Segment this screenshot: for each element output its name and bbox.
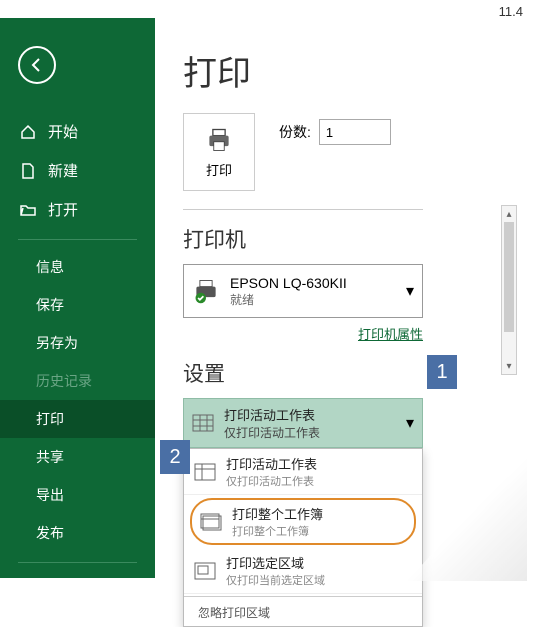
vertical-scrollbar[interactable]: ▴ ▾: [501, 205, 517, 375]
nav-label: 发布: [36, 523, 64, 543]
nav-label: 信息: [36, 257, 64, 277]
printer-status: 就绪: [230, 291, 347, 308]
nav-label: 打印: [36, 409, 64, 429]
printer-properties-link[interactable]: 打印机属性: [358, 327, 423, 342]
nav-label: 共享: [36, 447, 64, 467]
sheet-icon: [194, 463, 216, 481]
selected-line2: 仅打印活动工作表: [224, 424, 320, 441]
nav-label: 新建: [48, 160, 78, 181]
nav-label: 打开: [48, 199, 78, 220]
nav-home[interactable]: 开始: [0, 112, 155, 151]
print-button[interactable]: 打印: [183, 113, 255, 191]
printer-section-title: 打印机: [183, 224, 513, 254]
selection-icon: [194, 562, 216, 580]
page-title: 打印: [183, 46, 513, 95]
nav-history: 历史记录: [0, 362, 155, 400]
printer-icon: [205, 126, 233, 154]
print-what-dropdown: 打印活动工作表仅打印活动工作表 打印整个工作簿打印整个工作簿 打印选定区域仅打印…: [183, 448, 423, 627]
nav-label: 历史记录: [36, 371, 92, 391]
nav-share[interactable]: 共享: [0, 438, 155, 476]
print-button-label: 打印: [206, 160, 232, 179]
menu-item-active-sheets[interactable]: 打印活动工作表仅打印活动工作表: [184, 449, 422, 495]
printer-ready-icon: [192, 277, 220, 305]
nav-open[interactable]: 打开: [0, 190, 155, 229]
backstage-sidebar: 开始 新建 打开 信息 保存 另存为 历史记录 打印 共享 导出 发布: [0, 18, 155, 578]
menu-line1: 打印活动工作表: [226, 454, 317, 473]
file-icon: [20, 163, 38, 179]
menu-item-entire-workbook[interactable]: 打印整个工作簿打印整个工作簿: [190, 498, 416, 545]
print-panel: 打印 打印 份数: 打印机 EPSON LQ-630KII 就绪 ▾ 打印机属性…: [155, 18, 523, 581]
version-label: 11.4: [499, 4, 523, 19]
printer-selector[interactable]: EPSON LQ-630KII 就绪 ▾: [183, 264, 423, 318]
chevron-down-icon: ▾: [406, 413, 414, 433]
printer-name: EPSON LQ-630KII: [230, 275, 347, 291]
nav-label: 开始: [48, 121, 78, 142]
callout-2: 2: [160, 440, 190, 474]
menu-line2: 打印整个工作簿: [232, 523, 323, 539]
scroll-up-icon[interactable]: ▴: [502, 206, 516, 222]
folder-open-icon: [20, 202, 38, 218]
menu-item-selection[interactable]: 打印选定区域仅打印当前选定区域: [184, 548, 422, 594]
nav-label: 保存: [36, 295, 64, 315]
nav-publish[interactable]: 发布: [0, 514, 155, 552]
copies-input[interactable]: [319, 119, 391, 145]
back-button[interactable]: [18, 46, 56, 84]
callout-1: 1: [427, 355, 457, 389]
home-icon: [20, 124, 38, 140]
nav-label: 另存为: [36, 333, 78, 353]
menu-ignore-print-area[interactable]: 忽略打印区域: [184, 599, 422, 626]
nav-info[interactable]: 信息: [0, 248, 155, 286]
arrow-left-icon: [28, 56, 46, 74]
scroll-down-icon[interactable]: ▾: [502, 358, 516, 374]
nav-print[interactable]: 打印: [0, 400, 155, 438]
sheet-icon: [192, 414, 214, 432]
menu-line2: 仅打印活动工作表: [226, 473, 317, 489]
selected-line1: 打印活动工作表: [224, 405, 320, 424]
copies-label: 份数:: [279, 122, 311, 142]
nav-label: 导出: [36, 485, 64, 505]
settings-section-title: 设置: [183, 358, 513, 388]
menu-line1: 打印整个工作簿: [232, 504, 323, 523]
menu-line2: 仅打印当前选定区域: [226, 572, 325, 588]
nav-saveas[interactable]: 另存为: [0, 324, 155, 362]
scroll-thumb[interactable]: [504, 222, 514, 332]
nav-save[interactable]: 保存: [0, 286, 155, 324]
chevron-down-icon: ▾: [406, 281, 414, 301]
print-what-selector[interactable]: 打印活动工作表 仅打印活动工作表 ▾: [183, 398, 423, 448]
nav-export[interactable]: 导出: [0, 476, 155, 514]
nav-new[interactable]: 新建: [0, 151, 155, 190]
menu-line1: 打印选定区域: [226, 553, 325, 572]
workbook-icon: [200, 513, 222, 531]
